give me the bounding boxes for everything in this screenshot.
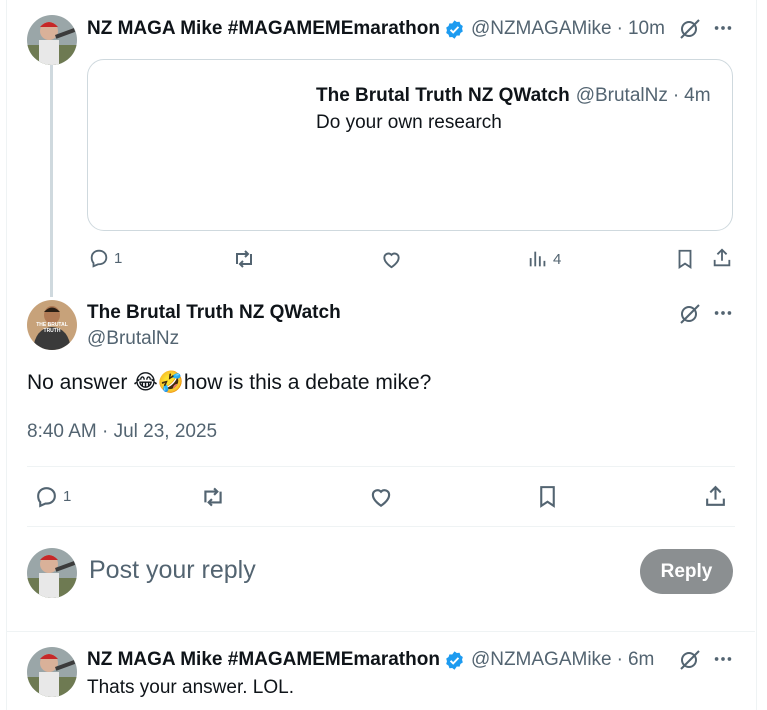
post-timestamp[interactable]: 8:40 AM · Jul 23, 2025 — [27, 421, 217, 443]
grok-icon[interactable] — [678, 648, 702, 672]
like-icon[interactable] — [380, 248, 403, 271]
bookmark-icon[interactable] — [535, 484, 560, 509]
views-button[interactable]: 4 — [527, 248, 561, 270]
grok-icon[interactable] — [678, 302, 702, 326]
share-icon[interactable] — [703, 484, 728, 509]
author-handle[interactable]: @BrutalNz — [87, 328, 179, 350]
like-icon[interactable] — [368, 484, 394, 510]
thread-line — [50, 65, 53, 297]
divider — [7, 631, 755, 632]
reply-input[interactable]: Post your reply — [89, 556, 256, 585]
divider — [27, 526, 735, 527]
post-header: NZ MAGA Mike #MAGAMEMEmarathon @NZMAGAMi… — [87, 16, 665, 42]
separator-dot: · — [672, 85, 680, 106]
author-name[interactable]: NZ MAGA Mike #MAGAMEMEmarathon — [87, 649, 440, 671]
avatar-image — [27, 548, 77, 598]
author-name[interactable]: NZ MAGA Mike #MAGAMEMEmarathon — [87, 18, 440, 40]
post-text: Thats your answer. LOL. — [87, 677, 294, 698]
author-handle[interactable]: @NZMAGAMike — [471, 18, 612, 40]
avatar-image — [27, 647, 77, 697]
divider — [27, 466, 735, 467]
post-time[interactable]: 10m — [628, 18, 665, 40]
quoted-author-name: The Brutal Truth NZ QWatch — [316, 85, 570, 106]
repost-icon[interactable] — [232, 247, 256, 271]
reply-button[interactable]: 1 — [34, 484, 71, 509]
verified-badge-icon — [444, 19, 465, 40]
more-icon[interactable] — [712, 648, 734, 670]
reply-count: 1 — [114, 249, 123, 267]
avatar[interactable] — [27, 548, 77, 598]
separator-dot: · — [616, 18, 623, 39]
author-handle[interactable]: @NZMAGAMike — [471, 649, 612, 671]
repost-icon[interactable] — [200, 484, 226, 510]
avatar[interactable] — [27, 647, 77, 697]
quoted-post-time: 4m — [684, 85, 711, 106]
quoted-post-text: Do your own research — [316, 112, 502, 133]
reply-submit-button[interactable]: Reply — [640, 549, 733, 594]
views-count: 4 — [553, 250, 562, 268]
grok-icon[interactable] — [678, 17, 702, 41]
avatar-image — [27, 15, 77, 65]
avatar[interactable] — [27, 15, 77, 65]
verified-badge-icon — [444, 650, 465, 671]
reply-icon — [34, 484, 59, 509]
author-name[interactable]: The Brutal Truth NZ QWatch — [87, 302, 341, 324]
separator-dot: · — [616, 649, 623, 670]
quoted-author-handle: @BrutalNz — [575, 85, 668, 106]
post-time[interactable]: 6m — [628, 649, 654, 671]
reply-count: 1 — [63, 488, 72, 505]
more-icon[interactable] — [712, 17, 734, 39]
post-header: NZ MAGA Mike #MAGAMEMEmarathon @NZMAGAMi… — [87, 647, 654, 673]
reply-icon — [88, 247, 110, 269]
reply-button[interactable]: 1 — [88, 247, 122, 269]
more-icon[interactable] — [712, 302, 734, 324]
quoted-post-header: The Brutal Truth NZ QWatch @BrutalNz · 4… — [316, 83, 711, 109]
views-icon — [527, 248, 549, 270]
bookmark-icon[interactable] — [674, 248, 696, 270]
avatar-caption: THE BRUTAL TRUTH — [36, 322, 68, 334]
post-text: No answer 😂🤣how is this a debate mike? — [27, 371, 432, 394]
share-icon[interactable] — [711, 247, 733, 269]
